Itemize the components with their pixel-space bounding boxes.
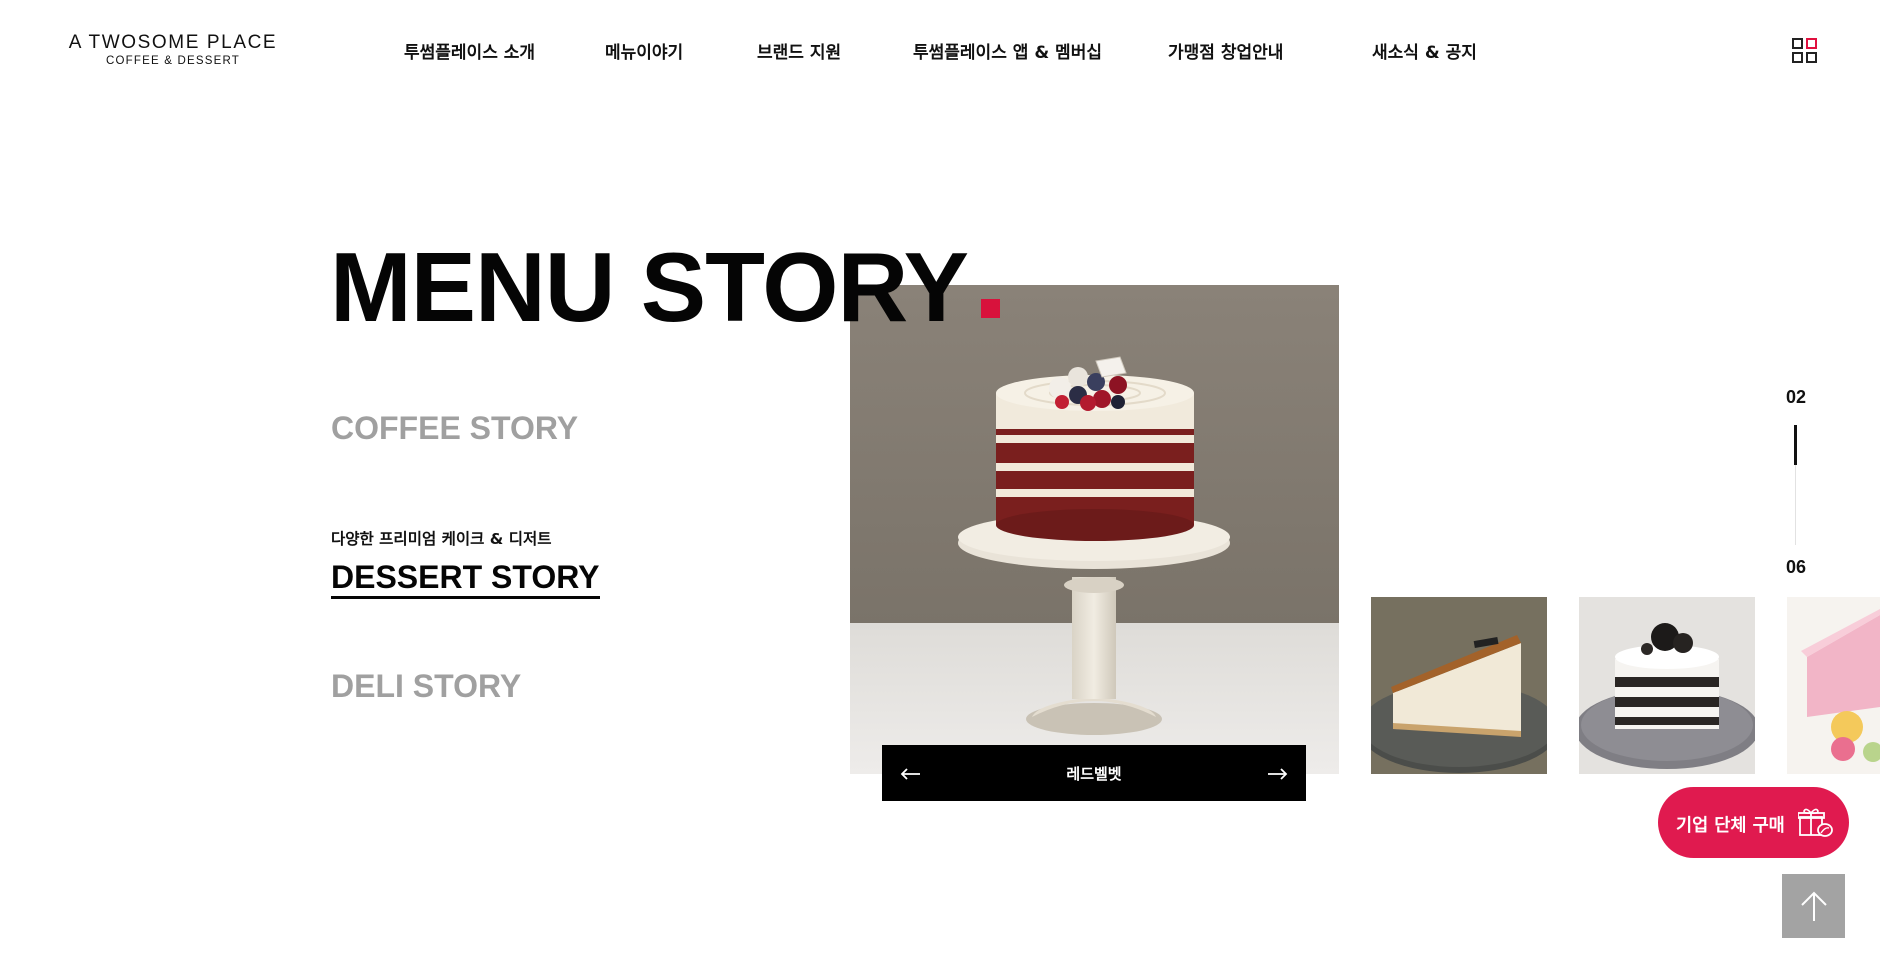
page-progress-indicator (1794, 425, 1797, 465)
dessert-story-subtitle: 다양한 프리미엄 케이크 & 디저트 (331, 530, 552, 548)
arrow-right-icon[interactable] (1250, 745, 1306, 801)
deli-story-link[interactable]: DELI STORY (331, 668, 521, 705)
current-item-name: 레드벨벳 (1066, 765, 1122, 783)
corporate-purchase-label: 기업 단체 구매 (1676, 816, 1785, 836)
nav-item-brand-support[interactable]: 브랜드 지원 (757, 38, 841, 63)
gift-coffee-icon (1797, 807, 1834, 839)
corporate-purchase-button[interactable]: 기업 단체 구매 (1658, 787, 1849, 858)
nav-item-app-membership[interactable]: 투썸플레이스 앱 & 멤버십 (913, 38, 1102, 63)
nav-item-menu[interactable]: 메뉴이야기 (605, 38, 683, 63)
thumbnail-macaron[interactable] (1787, 597, 1880, 774)
thumbnail-cheesecake[interactable] (1371, 597, 1547, 774)
nav-item-franchise[interactable]: 가맹점 창업안내 (1168, 38, 1283, 63)
nav-item-about[interactable]: 투썸플레이스 소개 (404, 38, 535, 63)
main-navigation: 투썸플레이스 소개 메뉴이야기 브랜드 지원 투썸플레이스 앱 & 멤버십 가맹… (0, 38, 1880, 64)
page-title: MENU STORY (330, 232, 969, 342)
page-total-number: 06 (1785, 557, 1807, 577)
title-accent-dot (981, 299, 1000, 318)
arrow-left-icon[interactable] (882, 745, 938, 801)
grid-icon[interactable] (1792, 38, 1818, 64)
slider-caption-bar: 레드벨벳 (882, 745, 1306, 801)
coffee-story-link[interactable]: COFFEE STORY (331, 410, 578, 447)
featured-cake-image (850, 285, 1339, 774)
thumbnail-oreo-cake[interactable] (1579, 597, 1755, 774)
page-current-number: 02 (1785, 387, 1807, 407)
arrow-up-icon[interactable] (1782, 874, 1845, 938)
dessert-story-link[interactable]: DESSERT STORY (331, 558, 600, 599)
nav-item-news[interactable]: 새소식 & 공지 (1372, 38, 1477, 63)
